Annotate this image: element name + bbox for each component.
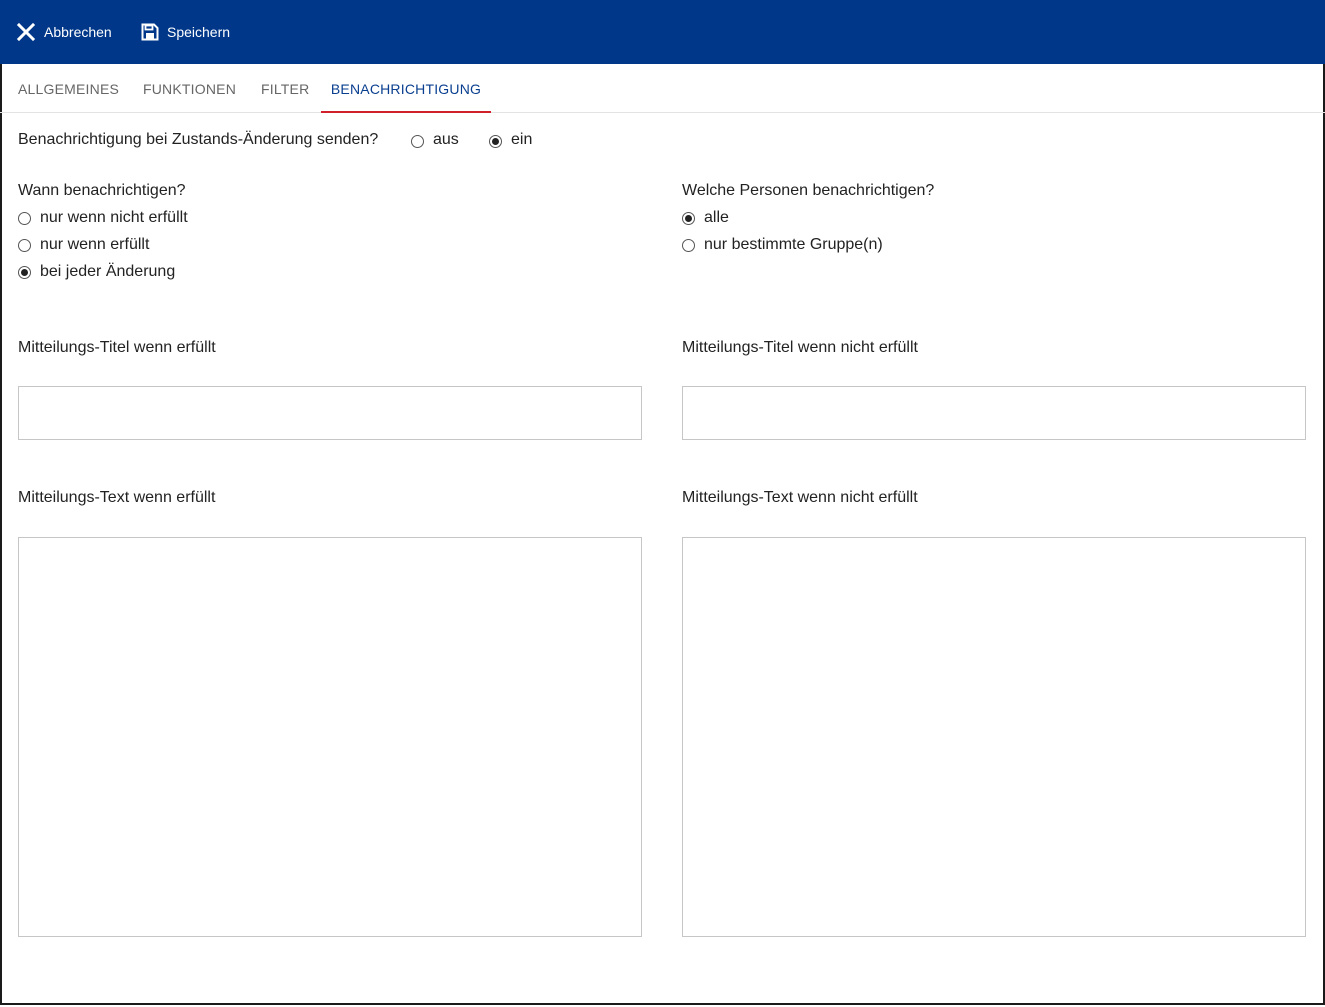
cancel-button-label: Abbrechen [44, 24, 112, 40]
when-every-change-label[interactable]: bei jeder Änderung [40, 263, 175, 281]
close-icon [16, 22, 36, 42]
when-fulfilled-radio[interactable] [18, 239, 31, 252]
text-not-fulfilled-textarea[interactable] [682, 537, 1306, 937]
when-question-label: Wann benachrichtigen? [18, 182, 186, 199]
who-all-label[interactable]: alle [704, 209, 729, 227]
tab-benachrichtigung[interactable]: BENACHRICHTIGUNG [321, 64, 491, 113]
tab-bar: ALLGEMEINES FUNKTIONEN FILTER BENACHRICH… [0, 64, 1325, 113]
floppy-disk-icon [141, 23, 159, 41]
notify-off-label[interactable]: aus [433, 131, 459, 149]
save-button[interactable]: Speichern [141, 20, 230, 44]
notify-question-label: Benachrichtigung bei Zustands-Änderung s… [18, 131, 379, 148]
when-not-fulfilled-label[interactable]: nur wenn nicht erfüllt [40, 209, 188, 227]
who-question-label: Welche Personen benachrichtigen? [682, 182, 935, 199]
title-fulfilled-label: Mitteilungs-Titel wenn erfüllt [18, 339, 216, 356]
text-fulfilled-label: Mitteilungs-Text wenn erfüllt [18, 489, 216, 506]
save-button-label: Speichern [167, 24, 231, 40]
toolbar: Abbrechen Speichern [0, 0, 1325, 64]
tab-filter[interactable]: FILTER [261, 64, 309, 112]
tab-funktionen[interactable]: FUNKTIONEN [143, 64, 236, 112]
title-fulfilled-input[interactable] [18, 386, 642, 440]
who-all-radio[interactable] [682, 212, 695, 225]
tab-allgemeines[interactable]: ALLGEMEINES [18, 64, 119, 112]
title-not-fulfilled-input[interactable] [682, 386, 1306, 440]
who-groups-label[interactable]: nur bestimmte Gruppe(n) [704, 236, 883, 254]
text-not-fulfilled-label: Mitteilungs-Text wenn nicht erfüllt [682, 489, 918, 506]
who-groups-radio[interactable] [682, 239, 695, 252]
notify-on-label[interactable]: ein [511, 131, 532, 149]
text-fulfilled-textarea[interactable] [18, 537, 642, 937]
when-every-change-radio[interactable] [18, 266, 31, 279]
title-not-fulfilled-label: Mitteilungs-Titel wenn nicht erfüllt [682, 339, 918, 356]
when-fulfilled-label[interactable]: nur wenn erfüllt [40, 236, 149, 254]
notify-on-radio[interactable] [489, 135, 502, 148]
when-not-fulfilled-radio[interactable] [18, 212, 31, 225]
notify-off-radio[interactable] [411, 135, 424, 148]
cancel-button[interactable]: Abbrechen [16, 20, 112, 44]
